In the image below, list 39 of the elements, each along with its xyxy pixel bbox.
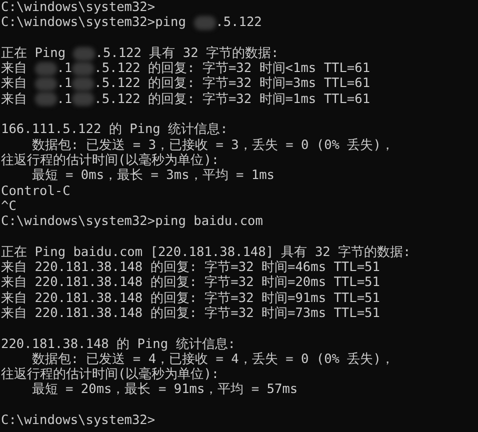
console-text: .5.122 的回复: 字节=32 时间=1ms TTL=61 <box>94 92 370 108</box>
redaction-mark <box>72 62 94 76</box>
console-text: .5.122 <box>216 15 262 31</box>
console-line: 来自 220.181.38.148 的回复: 字节=32 时间=20ms TTL=51 <box>1 275 380 291</box>
console-line: C:\windows\system32> <box>1 413 156 428</box>
redaction-mark <box>72 77 94 92</box>
console-line: ^C <box>1 198 16 214</box>
console-line: 220.181.38.148 的 Ping 统计信息: <box>1 336 236 352</box>
console-line: 最短 = 0ms，最长 = 3ms，平均 = 1ms <box>30 168 274 184</box>
console-line: 往返行程的估计时间(以毫秒为单位): <box>1 152 220 168</box>
console-line: 往返行程的估计时间(以毫秒为单位): <box>1 367 220 382</box>
console-line: 数据包: 已发送 = 3，已接收 = 3，丢失 = 0 (0% 丢失)， <box>30 138 394 153</box>
console-line: Control-C <box>1 184 70 199</box>
console-text: 正在 Ping <box>1 46 67 61</box>
console-text: .5.122 的回复: 字节=32 时间<1ms TTL=61 <box>94 61 370 76</box>
console-line: 来自 220.181.38.148 的回复: 字节=32 时间=91ms TTL=51 <box>1 290 380 306</box>
redaction-mark <box>34 92 57 106</box>
console-line: 来自 220.181.38.148 的回复: 字节=32 时间=46ms TTL=51 <box>1 260 380 276</box>
console-text: .1 <box>56 92 72 108</box>
redaction-mark <box>73 46 96 61</box>
console-line: C:\windows\system32> <box>1 0 156 16</box>
redaction-mark <box>34 62 57 76</box>
console-text: 来自 <box>1 61 28 76</box>
console-text: C:\windows\system32>ping <box>1 15 187 31</box>
console-text: .1 <box>56 76 72 92</box>
console-line: 数据包: 已发送 = 4，已接收 = 4，丢失 = 0 (0% 丢失)， <box>30 352 394 367</box>
console-text: .5.122 的回复: 字节=32 时间=3ms TTL=61 <box>94 76 370 92</box>
redaction-mark <box>72 92 94 106</box>
console-line: 166.111.5.122 的 Ping 统计信息: <box>1 122 228 138</box>
console-line: C:\windows\system32>ping baidu.com <box>1 214 263 230</box>
console-line: 正在 Ping baidu.com [220.181.38.148] 具有 32 字节的数据: <box>1 244 411 260</box>
console-text: .1 <box>56 61 72 76</box>
console-line: 最短 = 20ms，最长 = 91ms，平均 = 57ms <box>30 382 298 398</box>
console-text: 来自 <box>1 76 28 92</box>
console-text: .5.122 具有 32 字节的数据: <box>95 46 279 61</box>
redaction-mark <box>194 16 216 30</box>
redaction-mark <box>34 77 57 92</box>
console-line: 来自 220.181.38.148 的回复: 字节=32 时间=73ms TTL=51 <box>1 306 380 322</box>
console-text: 来自 <box>1 92 28 108</box>
